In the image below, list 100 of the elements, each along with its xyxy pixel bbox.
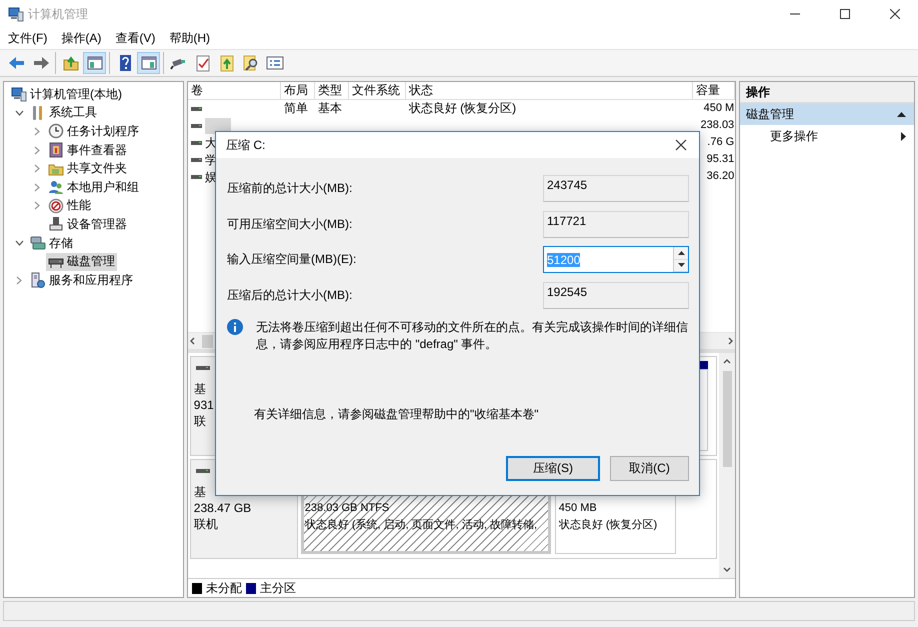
chevron-right-icon[interactable] — [34, 182, 40, 192]
chevron-right-icon[interactable] — [34, 126, 40, 136]
scrollbar-thumb[interactable] — [202, 334, 213, 348]
legend-label: 主分区 — [260, 580, 296, 596]
actions-header: 操作 — [740, 82, 914, 103]
table-cell-text: 450 M — [702, 101, 736, 116]
legend-label: 未分配 — [206, 580, 242, 596]
show-tree-button[interactable] — [83, 52, 106, 74]
close-icon — [675, 139, 687, 151]
show-action-pane-button[interactable] — [137, 52, 160, 74]
tree-item[interactable]: 设备管理器 — [46, 215, 129, 234]
column-header[interactable]: 状态 — [406, 82, 693, 100]
triangle-up-icon — [678, 250, 684, 255]
triangle-down-icon — [678, 263, 684, 268]
field-label: 压缩前的总计大小(MB): — [227, 180, 352, 197]
table-cell-text: 状态良好 (恢复分区) — [408, 100, 518, 117]
log-book-icon — [48, 142, 64, 158]
disk-info-text: 基 — [194, 485, 206, 499]
column-header[interactable]: 文件系统 — [348, 82, 406, 100]
menu-item[interactable]: 查看(V) — [108, 30, 162, 47]
disk-drive-icon — [196, 365, 210, 371]
disk-info-text: 联机 — [194, 517, 218, 531]
users-icon — [48, 179, 64, 196]
tree-item[interactable]: 磁盘管理 — [46, 252, 117, 271]
storage-icon — [30, 235, 46, 252]
column-header[interactable]: 卷 — [188, 82, 281, 100]
tree-item[interactable]: 存储 — [28, 234, 75, 252]
field-label: 输入压缩空间量(MB)(E): — [227, 251, 356, 268]
drive-icon — [190, 174, 202, 180]
computer-icon — [11, 86, 27, 102]
tree-item[interactable]: 服务和应用程序 — [28, 271, 135, 290]
scrollbar-thumb[interactable] — [722, 371, 732, 467]
info-icon — [227, 319, 243, 335]
chevron-right-icon[interactable] — [16, 276, 22, 285]
right-arrow-icon — [32, 54, 50, 72]
document-check-icon — [194, 54, 212, 72]
tree-item[interactable]: 性能 — [46, 196, 93, 215]
pane-icon — [86, 54, 104, 72]
table-cell-text: .76 G — [706, 135, 736, 150]
tree-item[interactable]: 共享文件夹 — [46, 160, 129, 178]
chevron-right-icon[interactable] — [34, 201, 40, 210]
help-text: 有关详细信息，请参阅磁盘管理帮助中的"收缩基本卷" — [254, 406, 540, 423]
tree-item[interactable]: 本地用户和组 — [46, 178, 141, 196]
disk-info-text: 931 — [194, 398, 214, 412]
action-section[interactable]: 磁盘管理 — [740, 103, 914, 125]
gauge-icon — [48, 198, 64, 214]
left-arrow-icon — [8, 54, 26, 72]
spin-down-button[interactable] — [674, 260, 688, 272]
column-header[interactable]: 类型 — [314, 82, 349, 100]
action-item[interactable]: 更多操作 — [740, 125, 914, 147]
partition-size: 238.03 GB NTFS — [304, 502, 390, 514]
chevron-down-icon[interactable] — [722, 566, 732, 574]
tree-item[interactable]: 任务计划程序 — [46, 122, 141, 140]
chevron-up-icon[interactable] — [722, 357, 732, 365]
field-label: 压缩后的总计大小(MB): — [227, 286, 352, 304]
close-icon — [890, 9, 900, 19]
drive-icon — [190, 140, 202, 146]
chevron-down-icon[interactable] — [14, 110, 24, 116]
triangle-right-icon — [901, 132, 906, 140]
column-header[interactable]: 布局 — [280, 82, 315, 100]
chevron-down-icon[interactable] — [14, 240, 24, 246]
disk-info-text: 基 — [194, 382, 206, 396]
menu-item[interactable]: 帮助(H) — [162, 30, 217, 47]
field-label: 可用压缩空间大小(MB): — [227, 216, 352, 232]
tree-item[interactable]: 事件查看器 — [46, 141, 129, 160]
spin-up-button[interactable] — [674, 247, 688, 260]
maximize-icon — [840, 9, 850, 19]
pane-icon — [140, 54, 158, 72]
table-cell-text: 基本 — [316, 100, 343, 117]
chevron-right-icon[interactable] — [34, 146, 40, 155]
computer-icon — [8, 6, 24, 22]
menu-item[interactable]: 操作(A) — [54, 30, 108, 47]
search-icon — [242, 54, 260, 72]
export-icon — [218, 54, 236, 72]
tree-item[interactable]: 系统工具 — [28, 104, 99, 122]
folder-up-icon — [62, 54, 80, 72]
disk-drive-icon — [196, 468, 210, 474]
drive-icon — [190, 106, 202, 112]
readonly-value-field: 117721 — [543, 210, 689, 238]
tree-item[interactable]: 计算机管理(本地) — [9, 85, 124, 104]
device-icon — [48, 216, 64, 232]
table-cell-text: 简单 — [282, 100, 309, 117]
chevron-right-icon[interactable] — [34, 164, 40, 174]
list-icon — [266, 54, 284, 72]
drive-icon — [190, 156, 202, 162]
cancel-button[interactable]: 取消(C) — [610, 456, 689, 481]
clock-icon — [48, 123, 64, 140]
table-cell-text: 95.31 — [706, 152, 736, 167]
column-header[interactable]: 容量 — [692, 82, 736, 100]
info-message: 无法将卷压缩到超出任何不可移动的文件所在的点。有关完成该操作时间的详细信息，请参阅应用程序日志中的 "defrag" 事件。 — [256, 319, 689, 353]
vertical-scrollbar[interactable] — [719, 353, 736, 578]
readonly-value-field: 192545 — [543, 282, 689, 308]
triangle-up-icon — [897, 112, 906, 116]
disk-info-text: 联 — [194, 414, 206, 428]
disk-info-text: 238.47 GB — [194, 501, 252, 515]
partition-size: 450 MB — [558, 502, 597, 514]
menu-item[interactable]: 文件(F) — [1, 30, 54, 47]
partition-status: 状态良好 (恢复分区) — [558, 519, 658, 531]
drive-icon — [190, 122, 202, 128]
shrink-button[interactable]: 压缩(S) — [506, 456, 600, 481]
